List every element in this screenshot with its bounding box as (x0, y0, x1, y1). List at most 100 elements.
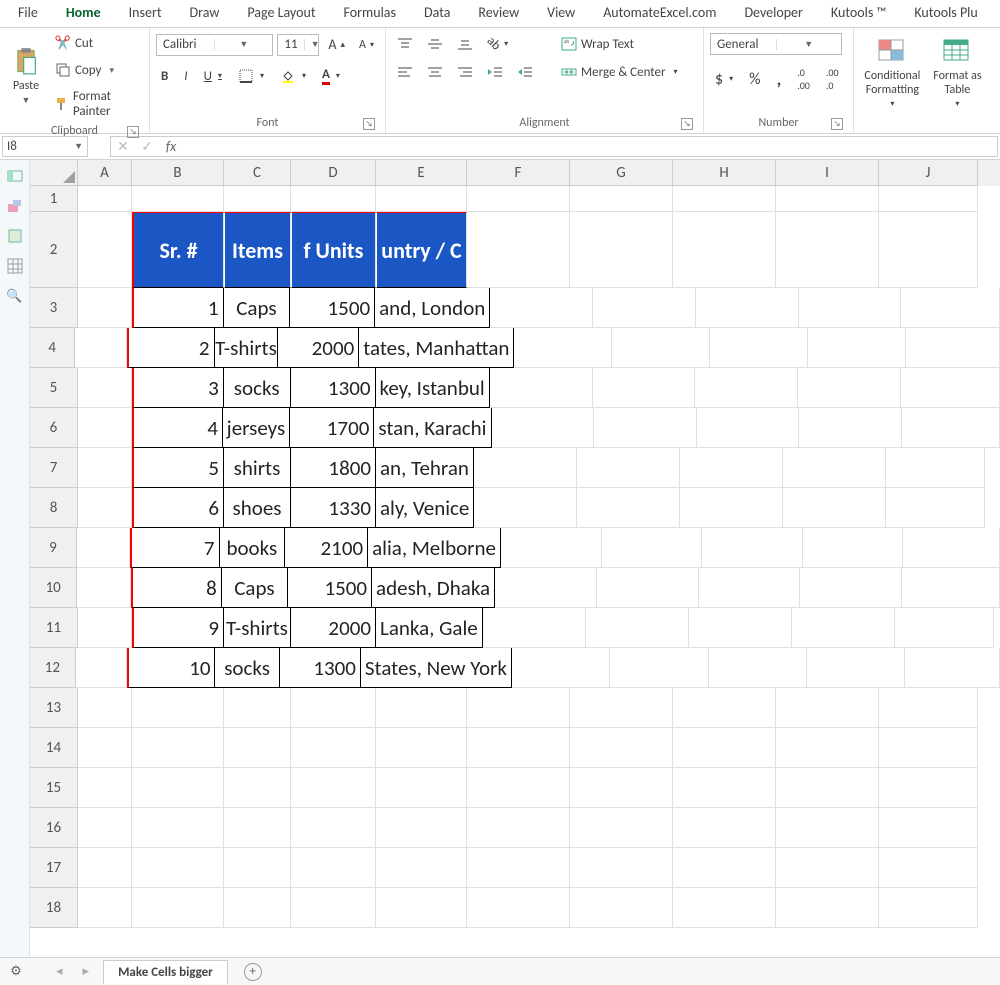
cell-B3[interactable]: 1 (132, 288, 224, 328)
decrease-font-button[interactable]: A▾ (354, 35, 379, 55)
cell-F10[interactable] (495, 568, 597, 608)
cell-I6[interactable] (799, 408, 902, 448)
cell-E3[interactable]: and, London (375, 288, 490, 328)
tab-insert[interactable]: Insert (115, 0, 176, 27)
row-header-13[interactable]: 13 (30, 688, 78, 728)
cell-F17[interactable] (467, 848, 570, 888)
conditional-formatting-button[interactable]: Conditional Formatting▾ (860, 30, 925, 114)
col-header-J[interactable]: J (879, 160, 978, 186)
row-header-17[interactable]: 17 (30, 848, 78, 888)
cell-F15[interactable] (467, 768, 570, 808)
cell-H9[interactable] (702, 528, 803, 568)
cell-D8[interactable]: 1330 (291, 488, 376, 528)
find-icon[interactable]: 🔍 (7, 288, 23, 304)
cell-G3[interactable] (593, 288, 696, 328)
cell-I17[interactable] (776, 848, 879, 888)
cell-E7[interactable]: an, Tehran (376, 448, 474, 488)
cell-I7[interactable] (783, 448, 886, 488)
cell-A2[interactable] (78, 212, 132, 288)
cell-D7[interactable]: 1800 (291, 448, 376, 488)
paste-button[interactable]: Paste ▼ (6, 30, 46, 122)
cell-D14[interactable] (291, 728, 376, 768)
cell-A5[interactable] (78, 368, 132, 408)
select-all-corner[interactable] (30, 160, 78, 186)
formula-bar[interactable]: ✕ ✓ fx (110, 136, 998, 157)
sheet-tab-active[interactable]: Make Cells bigger (103, 960, 228, 984)
cell-J9[interactable] (903, 528, 1000, 568)
cell-C16[interactable] (224, 808, 291, 848)
cell-A1[interactable] (78, 186, 132, 212)
cell-C5[interactable]: socks (224, 368, 291, 408)
cell-C18[interactable] (224, 888, 291, 928)
cell-G8[interactable] (577, 488, 680, 528)
cell-H4[interactable] (710, 328, 808, 368)
cell-F4[interactable] (514, 328, 612, 368)
cell-I15[interactable] (776, 768, 879, 808)
cell-F16[interactable] (467, 808, 570, 848)
cell-A15[interactable] (78, 768, 132, 808)
cell-E1[interactable] (376, 186, 467, 212)
col-header-C[interactable]: C (224, 160, 291, 186)
cell-C9[interactable]: books (220, 528, 286, 568)
cell-H8[interactable] (680, 488, 783, 528)
cell-H10[interactable] (699, 568, 801, 608)
cell-F6[interactable] (492, 408, 595, 448)
cell-B13[interactable] (132, 688, 224, 728)
cell-H3[interactable] (696, 288, 799, 328)
row-header-8[interactable]: 8 (30, 488, 78, 528)
cell-A11[interactable] (78, 608, 132, 648)
col-header-H[interactable]: H (673, 160, 776, 186)
cell-J7[interactable] (886, 448, 985, 488)
row-header-10[interactable]: 10 (30, 568, 77, 608)
cell-C12[interactable]: socks (215, 648, 279, 688)
settings-icon[interactable]: ⚙ (6, 961, 26, 981)
cell-E5[interactable]: key, Istanbul (376, 368, 490, 408)
italic-button[interactable]: I (179, 66, 192, 87)
row-header-12[interactable]: 12 (30, 648, 76, 688)
row-header-5[interactable]: 5 (30, 368, 78, 408)
format-as-table-button[interactable]: Format as Table▾ (929, 30, 986, 114)
row-header-7[interactable]: 7 (30, 448, 78, 488)
cell-F12[interactable] (512, 648, 610, 688)
cell-H7[interactable] (680, 448, 783, 488)
cell-J4[interactable] (906, 328, 1000, 368)
cell-G14[interactable] (570, 728, 673, 768)
number-launcher[interactable]: ↘ (831, 118, 843, 130)
font-launcher[interactable]: ↘ (363, 118, 375, 130)
orientation-button[interactable]: ab▾ (482, 33, 513, 54)
cell-B15[interactable] (132, 768, 224, 808)
border-button[interactable]: ▾ (233, 65, 269, 87)
col-header-G[interactable]: G (570, 160, 673, 186)
cell-I13[interactable] (776, 688, 879, 728)
cell-B14[interactable] (132, 728, 224, 768)
cell-B7[interactable]: 5 (132, 448, 224, 488)
cell-B1[interactable] (132, 186, 224, 212)
cell-I12[interactable] (807, 648, 905, 688)
cell-A4[interactable] (75, 328, 127, 368)
cell-F3[interactable] (490, 288, 593, 328)
cell-A13[interactable] (78, 688, 132, 728)
align-bottom-button[interactable] (452, 34, 478, 54)
cell-E16[interactable] (376, 808, 467, 848)
cell-D11[interactable]: 2000 (291, 608, 376, 648)
font-size-combo[interactable]: 11▼ (277, 34, 319, 56)
cell-D4[interactable]: 2000 (278, 328, 359, 368)
cell-H2[interactable] (673, 212, 776, 288)
cell-A17[interactable] (78, 848, 132, 888)
cell-H17[interactable] (673, 848, 776, 888)
merge-center-button[interactable]: Merge & Center▾ (556, 61, 683, 83)
tab-page-layout[interactable]: Page Layout (233, 0, 329, 27)
cell-G1[interactable] (570, 186, 673, 212)
cell-C14[interactable] (224, 728, 291, 768)
nav-icon[interactable] (7, 168, 23, 184)
cell-D16[interactable] (291, 808, 376, 848)
cell-D12[interactable]: 1300 (280, 648, 361, 688)
sheet-nav-prev[interactable]: ◂ (50, 964, 69, 979)
cell-D2[interactable]: f Units (291, 212, 376, 288)
cell-H18[interactable] (673, 888, 776, 928)
align-right-button[interactable] (452, 62, 478, 82)
cell-A6[interactable] (78, 408, 132, 448)
cell-J5[interactable] (901, 368, 1000, 408)
cell-B4[interactable]: 2 (127, 328, 215, 368)
cell-I1[interactable] (776, 186, 879, 212)
